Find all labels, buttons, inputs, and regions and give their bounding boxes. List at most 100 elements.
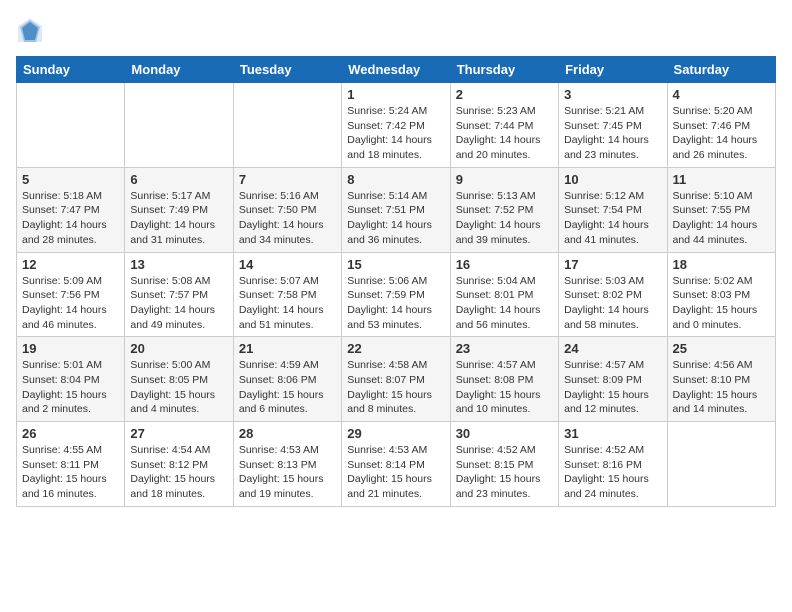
weekday-header-thursday: Thursday xyxy=(450,57,558,83)
calendar-cell: 14 Sunrise: 5:07 AM Sunset: 7:58 PM Dayli… xyxy=(233,252,341,337)
calendar-cell: 25 Sunrise: 4:56 AM Sunset: 8:10 PM Dayli… xyxy=(667,337,775,422)
calendar-cell: 27Sunrise: 4:54 AM Sunset: 8:12 PM Dayli… xyxy=(125,422,233,507)
day-number: 16 xyxy=(456,257,553,272)
calendar-cell: 22 Sunrise: 4:58 AM Sunset: 8:07 PM Dayli… xyxy=(342,337,450,422)
day-number: 15 xyxy=(347,257,444,272)
day-info: Sunrise: 5:07 AM Sunset: 7:58 PM Dayligh… xyxy=(239,274,336,333)
day-number: 6 xyxy=(130,172,227,187)
day-number: 29 xyxy=(347,426,444,441)
day-info: Sunrise: 5:13 AM Sunset: 7:52 PM Dayligh… xyxy=(456,189,553,248)
calendar-cell: 3Sunrise: 5:21 AM Sunset: 7:45 PM Daylig… xyxy=(559,83,667,168)
day-info: Sunrise: 5:01 AM Sunset: 8:04 PM Dayligh… xyxy=(22,358,119,417)
day-number: 2 xyxy=(456,87,553,102)
day-info: Sunrise: 5:03 AM Sunset: 8:02 PM Dayligh… xyxy=(564,274,661,333)
day-info: Sunrise: 4:53 AM Sunset: 8:14 PM Dayligh… xyxy=(347,443,444,502)
day-info: Sunrise: 4:52 AM Sunset: 8:15 PM Dayligh… xyxy=(456,443,553,502)
calendar-cell: 26Sunrise: 4:55 AM Sunset: 8:11 PM Dayli… xyxy=(17,422,125,507)
page-header xyxy=(16,16,776,44)
day-info: Sunrise: 5:08 AM Sunset: 7:57 PM Dayligh… xyxy=(130,274,227,333)
day-number: 21 xyxy=(239,341,336,356)
day-number: 24 xyxy=(564,341,661,356)
day-number: 30 xyxy=(456,426,553,441)
day-info: Sunrise: 4:52 AM Sunset: 8:16 PM Dayligh… xyxy=(564,443,661,502)
calendar-week-4: 19 Sunrise: 5:01 AM Sunset: 8:04 PM Dayli… xyxy=(17,337,776,422)
calendar-cell: 28 Sunrise: 4:53 AM Sunset: 8:13 PM Dayli… xyxy=(233,422,341,507)
calendar-cell: 1Sunrise: 5:24 AM Sunset: 7:42 PM Daylig… xyxy=(342,83,450,168)
calendar-cell: 12 Sunrise: 5:09 AM Sunset: 7:56 PM Dayli… xyxy=(17,252,125,337)
day-info: Sunrise: 5:09 AM Sunset: 7:56 PM Dayligh… xyxy=(22,274,119,333)
day-info: Sunrise: 4:57 AM Sunset: 8:08 PM Dayligh… xyxy=(456,358,553,417)
logo xyxy=(16,16,48,44)
weekday-header-saturday: Saturday xyxy=(667,57,775,83)
calendar-cell: 11 Sunrise: 5:10 AM Sunset: 7:55 PM Dayli… xyxy=(667,167,775,252)
day-number: 7 xyxy=(239,172,336,187)
day-number: 1 xyxy=(347,87,444,102)
weekday-header-sunday: Sunday xyxy=(17,57,125,83)
calendar-cell: 29 Sunrise: 4:53 AM Sunset: 8:14 PM Dayli… xyxy=(342,422,450,507)
calendar-cell: 19 Sunrise: 5:01 AM Sunset: 8:04 PM Dayli… xyxy=(17,337,125,422)
day-info: Sunrise: 5:16 AM Sunset: 7:50 PM Dayligh… xyxy=(239,189,336,248)
day-info: Sunrise: 5:04 AM Sunset: 8:01 PM Dayligh… xyxy=(456,274,553,333)
calendar-header-row: SundayMondayTuesdayWednesdayThursdayFrid… xyxy=(17,57,776,83)
calendar-cell: 4 Sunrise: 5:20 AM Sunset: 7:46 PM Daylig… xyxy=(667,83,775,168)
day-number: 23 xyxy=(456,341,553,356)
weekday-header-monday: Monday xyxy=(125,57,233,83)
calendar-cell: 18 Sunrise: 5:02 AM Sunset: 8:03 PM Dayli… xyxy=(667,252,775,337)
day-number: 13 xyxy=(130,257,227,272)
day-number: 20 xyxy=(130,341,227,356)
day-info: Sunrise: 5:20 AM Sunset: 7:46 PM Dayligh… xyxy=(673,104,770,163)
day-number: 18 xyxy=(673,257,770,272)
day-number: 22 xyxy=(347,341,444,356)
calendar-cell: 2 Sunrise: 5:23 AM Sunset: 7:44 PM Daylig… xyxy=(450,83,558,168)
day-number: 25 xyxy=(673,341,770,356)
day-number: 17 xyxy=(564,257,661,272)
day-info: Sunrise: 5:17 AM Sunset: 7:49 PM Dayligh… xyxy=(130,189,227,248)
calendar-cell: 20 Sunrise: 5:00 AM Sunset: 8:05 PM Dayli… xyxy=(125,337,233,422)
calendar-cell: 16 Sunrise: 5:04 AM Sunset: 8:01 PM Dayli… xyxy=(450,252,558,337)
day-info: Sunrise: 4:58 AM Sunset: 8:07 PM Dayligh… xyxy=(347,358,444,417)
day-number: 11 xyxy=(673,172,770,187)
calendar-cell: 10Sunrise: 5:12 AM Sunset: 7:54 PM Dayli… xyxy=(559,167,667,252)
day-info: Sunrise: 5:18 AM Sunset: 7:47 PM Dayligh… xyxy=(22,189,119,248)
day-info: Sunrise: 5:10 AM Sunset: 7:55 PM Dayligh… xyxy=(673,189,770,248)
day-number: 4 xyxy=(673,87,770,102)
weekday-header-friday: Friday xyxy=(559,57,667,83)
day-info: Sunrise: 5:23 AM Sunset: 7:44 PM Dayligh… xyxy=(456,104,553,163)
calendar-cell: 13 Sunrise: 5:08 AM Sunset: 7:57 PM Dayli… xyxy=(125,252,233,337)
calendar-cell: 9 Sunrise: 5:13 AM Sunset: 7:52 PM Daylig… xyxy=(450,167,558,252)
calendar-table: SundayMondayTuesdayWednesdayThursdayFrid… xyxy=(16,56,776,507)
day-number: 14 xyxy=(239,257,336,272)
day-number: 12 xyxy=(22,257,119,272)
calendar-cell: 31 Sunrise: 4:52 AM Sunset: 8:16 PM Dayli… xyxy=(559,422,667,507)
day-number: 9 xyxy=(456,172,553,187)
day-number: 8 xyxy=(347,172,444,187)
day-info: Sunrise: 5:00 AM Sunset: 8:05 PM Dayligh… xyxy=(130,358,227,417)
calendar-cell: 24Sunrise: 4:57 AM Sunset: 8:09 PM Dayli… xyxy=(559,337,667,422)
calendar-cell: 17 Sunrise: 5:03 AM Sunset: 8:02 PM Dayli… xyxy=(559,252,667,337)
day-info: Sunrise: 5:02 AM Sunset: 8:03 PM Dayligh… xyxy=(673,274,770,333)
calendar-cell: 5Sunrise: 5:18 AM Sunset: 7:47 PM Daylig… xyxy=(17,167,125,252)
calendar-cell: 21 Sunrise: 4:59 AM Sunset: 8:06 PM Dayli… xyxy=(233,337,341,422)
day-number: 31 xyxy=(564,426,661,441)
calendar-week-5: 26Sunrise: 4:55 AM Sunset: 8:11 PM Dayli… xyxy=(17,422,776,507)
calendar-week-3: 12 Sunrise: 5:09 AM Sunset: 7:56 PM Dayli… xyxy=(17,252,776,337)
day-number: 10 xyxy=(564,172,661,187)
day-number: 3 xyxy=(564,87,661,102)
calendar-cell: 6 Sunrise: 5:17 AM Sunset: 7:49 PM Daylig… xyxy=(125,167,233,252)
calendar-cell xyxy=(233,83,341,168)
day-info: Sunrise: 4:56 AM Sunset: 8:10 PM Dayligh… xyxy=(673,358,770,417)
day-number: 28 xyxy=(239,426,336,441)
day-number: 19 xyxy=(22,341,119,356)
calendar-cell: 23 Sunrise: 4:57 AM Sunset: 8:08 PM Dayli… xyxy=(450,337,558,422)
day-info: Sunrise: 4:53 AM Sunset: 8:13 PM Dayligh… xyxy=(239,443,336,502)
day-info: Sunrise: 4:54 AM Sunset: 8:12 PM Dayligh… xyxy=(130,443,227,502)
day-info: Sunrise: 5:14 AM Sunset: 7:51 PM Dayligh… xyxy=(347,189,444,248)
calendar-cell: 7 Sunrise: 5:16 AM Sunset: 7:50 PM Daylig… xyxy=(233,167,341,252)
calendar-cell xyxy=(17,83,125,168)
day-info: Sunrise: 4:59 AM Sunset: 8:06 PM Dayligh… xyxy=(239,358,336,417)
day-info: Sunrise: 5:06 AM Sunset: 7:59 PM Dayligh… xyxy=(347,274,444,333)
weekday-header-wednesday: Wednesday xyxy=(342,57,450,83)
logo-icon xyxy=(16,16,44,44)
calendar-cell: 15 Sunrise: 5:06 AM Sunset: 7:59 PM Dayli… xyxy=(342,252,450,337)
calendar-cell xyxy=(667,422,775,507)
